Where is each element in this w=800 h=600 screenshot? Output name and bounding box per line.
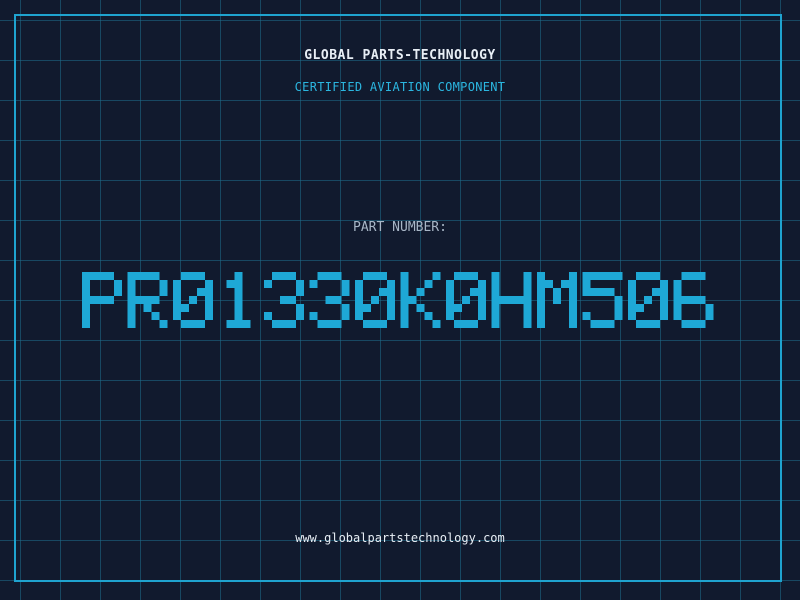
- part-number-char: [127, 272, 168, 328]
- part-number-char: [582, 272, 623, 328]
- part-number-char: [264, 272, 304, 328]
- part-number-char: [446, 272, 486, 328]
- part-number-char: [82, 272, 122, 328]
- website-link[interactable]: www.globalpartstechnology.com: [0, 531, 800, 545]
- part-number-char: [537, 272, 577, 328]
- label-card: GLOBAL PARTS-TECHNOLOGY CERTIFIED AVIATI…: [0, 0, 800, 600]
- part-number-char: [355, 272, 395, 328]
- part-number-char: [673, 272, 714, 328]
- certification-subtitle: CERTIFIED AVIATION COMPONENT: [294, 80, 506, 94]
- part-number-char: [226, 272, 251, 328]
- part-number-char: [173, 272, 213, 328]
- company-name: GLOBAL PARTS-TECHNOLOGY: [304, 48, 496, 63]
- part-number-char: [491, 272, 532, 328]
- part-number-display: PR01330K0HM506: [82, 272, 714, 328]
- part-number-char: [400, 272, 441, 328]
- part-number-char: [309, 272, 350, 328]
- part-number-label: PART NUMBER:: [353, 220, 447, 235]
- part-number-char: [628, 272, 668, 328]
